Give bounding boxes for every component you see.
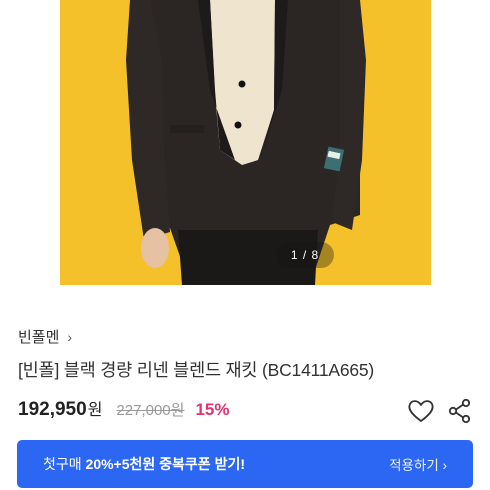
product-title: [빈폴] 블랙 경량 리넨 블렌드 재킷 (BC1411A665) — [18, 360, 375, 380]
coupon-text: 첫구매 20%+5천원 중복쿠폰 받기! — [43, 454, 245, 474]
original-price: 227,000원 — [116, 402, 185, 419]
coupon-banner[interactable]: 첫구매 20%+5천원 중복쿠폰 받기! 적용하기 › — [17, 440, 473, 488]
coupon-apply-button[interactable]: 적용하기 › — [389, 454, 447, 474]
coupon-prefix: 첫구매 — [43, 456, 86, 472]
product-photo[interactable]: 1 / 8 — [60, 0, 431, 285]
chevron-right-icon: › — [67, 328, 73, 345]
coupon-highlight: 20%+5천원 — [85, 456, 156, 472]
sale-price: 192,950 — [18, 399, 87, 420]
heart-icon — [408, 400, 434, 422]
wishlist-button[interactable] — [406, 397, 436, 425]
price-row: 192,950 원 227,000원 15% — [18, 396, 229, 421]
share-icon — [448, 398, 471, 424]
brand-name: 빈폴멘 — [18, 329, 60, 346]
image-counter: 1 / 8 — [276, 242, 334, 268]
discount-rate: 15% — [195, 400, 230, 419]
sale-price-unit: 원 — [87, 402, 103, 419]
share-button[interactable] — [446, 397, 474, 425]
coupon-suffix: 중복쿠폰 받기! — [155, 456, 246, 472]
brand-link[interactable]: 빈폴멘 › — [18, 326, 72, 347]
model-illustration — [60, 0, 431, 285]
product-image-gallery[interactable]: 1 / 8 — [0, 0, 490, 285]
